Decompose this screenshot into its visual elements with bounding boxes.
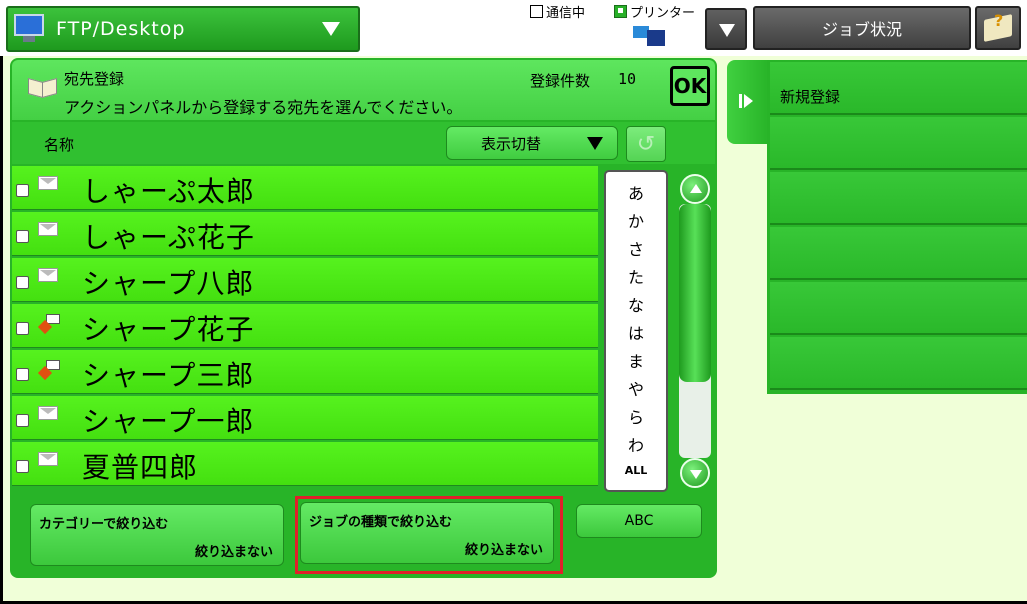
- row-checkbox[interactable]: [16, 322, 29, 335]
- index-key[interactable]: あ: [606, 180, 666, 204]
- address-list: しゃーぷ太郎 しゃーぷ花子 シャープ八郎 シャープ花子 シャープ三郎 シャープ一…: [12, 166, 598, 488]
- index-key[interactable]: わ: [606, 432, 666, 456]
- help-book-icon: ?: [984, 11, 1012, 42]
- row-checkbox[interactable]: [16, 460, 29, 473]
- ftp-icon: [37, 360, 60, 382]
- row-checkbox[interactable]: [16, 276, 29, 289]
- action-panel: 新規登録: [767, 60, 1027, 394]
- index-key[interactable]: ALL: [606, 464, 666, 477]
- row-name: しゃーぷ太郎: [82, 175, 255, 208]
- mail-icon: [38, 176, 58, 190]
- kana-index-bar: あ か さ た な は ま や ら わ ALL: [604, 170, 668, 492]
- action-item: [770, 117, 1027, 170]
- index-key[interactable]: た: [606, 264, 666, 288]
- status-dropdown-button[interactable]: [705, 8, 747, 50]
- job-status-button[interactable]: ジョブ状況: [753, 6, 971, 50]
- index-key[interactable]: や: [606, 376, 666, 400]
- ftp-icon: [37, 314, 60, 336]
- help-button[interactable]: ?: [975, 6, 1021, 50]
- instruction-text: アクションパネルから登録する宛先を選んでください。: [64, 98, 463, 117]
- chevron-down-icon: [322, 22, 340, 36]
- row-checkbox[interactable]: [16, 414, 29, 427]
- expand-panel-icon: [739, 94, 755, 108]
- index-key[interactable]: ま: [606, 348, 666, 372]
- action-label: 新規登録: [780, 88, 841, 106]
- monitor-icon: [14, 14, 46, 44]
- status-comm: 通信中: [530, 2, 585, 21]
- index-key[interactable]: さ: [606, 236, 666, 260]
- undo-icon: ↺: [636, 131, 656, 157]
- row-checkbox[interactable]: [16, 368, 29, 381]
- list-item[interactable]: シャープ八郎: [12, 258, 598, 302]
- index-key[interactable]: は: [606, 320, 666, 344]
- index-key[interactable]: ら: [606, 404, 666, 428]
- list-item[interactable]: 夏普四郎: [12, 442, 598, 486]
- highlight-frame: [295, 496, 563, 574]
- list-item[interactable]: しゃーぷ太郎: [12, 166, 598, 210]
- row-name: しゃーぷ花子: [82, 221, 255, 254]
- action-item: [770, 172, 1027, 225]
- row-name: シャープ八郎: [82, 267, 255, 300]
- scrollbar-thumb[interactable]: [679, 204, 711, 382]
- scroll-up-button[interactable]: [680, 174, 710, 204]
- filter-category-value: 絞り込まない: [194, 545, 273, 560]
- comm-indicator-icon: [530, 5, 543, 18]
- count-label: 登録件数: [530, 72, 591, 90]
- list-item[interactable]: しゃーぷ花子: [12, 212, 598, 256]
- list-header: 名称 表示切替 ↺: [12, 122, 715, 164]
- filter-category-button[interactable]: カテゴリーで絞り込む 絞り込まない: [30, 504, 284, 566]
- list-item[interactable]: シャープ三郎: [12, 350, 598, 394]
- action-item[interactable]: 新規登録: [770, 62, 1027, 115]
- mail-icon: [38, 406, 58, 420]
- page-title: 宛先登録: [64, 70, 125, 88]
- mail-icon: [38, 222, 58, 236]
- row-name: シャープ三郎: [82, 359, 255, 392]
- index-key[interactable]: な: [606, 292, 666, 316]
- mode-label: FTP/Desktop: [56, 18, 186, 40]
- view-toggle-label: 表示切替: [481, 134, 542, 153]
- mail-icon: [38, 268, 58, 282]
- row-name: シャープ花子: [82, 313, 255, 346]
- network-icon: [633, 22, 667, 48]
- index-key[interactable]: か: [606, 208, 666, 232]
- mail-icon: [38, 452, 58, 466]
- column-name: 名称: [44, 136, 75, 154]
- mode-select[interactable]: FTP/Desktop: [6, 6, 360, 52]
- action-panel-tab[interactable]: [727, 60, 769, 144]
- row-checkbox[interactable]: [16, 184, 29, 197]
- panel-header: 宛先登録 アクションパネルから登録する宛先を選んでください。 登録件数 10 O…: [12, 60, 715, 120]
- address-registration-panel: 宛先登録 アクションパネルから登録する宛先を選んでください。 登録件数 10 O…: [10, 58, 717, 578]
- undo-button[interactable]: ↺: [626, 126, 666, 162]
- action-item: [770, 227, 1027, 280]
- scroll-down-button[interactable]: [680, 458, 710, 488]
- filter-category-title: カテゴリーで絞り込む: [39, 517, 169, 532]
- address-book-icon: [28, 77, 58, 99]
- row-name: シャープ一郎: [82, 405, 255, 438]
- printer-indicator-icon: [614, 5, 627, 18]
- status-printer: プリンター: [614, 2, 695, 21]
- action-item: [770, 337, 1027, 390]
- row-name: 夏普四郎: [82, 451, 199, 484]
- ok-button[interactable]: OK: [670, 66, 710, 106]
- top-bar: FTP/Desktop 通信中 プリンター ジョブ状況 ?: [0, 0, 1027, 56]
- printer-label: プリンター: [630, 6, 696, 21]
- comm-label: 通信中: [546, 6, 586, 21]
- list-item[interactable]: シャープ一郎: [12, 396, 598, 440]
- row-checkbox[interactable]: [16, 230, 29, 243]
- list-item[interactable]: シャープ花子: [12, 304, 598, 348]
- action-item: [770, 282, 1027, 335]
- triangle-down-icon: [587, 137, 603, 150]
- view-toggle-button[interactable]: 表示切替: [446, 126, 618, 160]
- count-value: 10: [618, 70, 637, 88]
- abc-button[interactable]: ABC: [576, 504, 702, 538]
